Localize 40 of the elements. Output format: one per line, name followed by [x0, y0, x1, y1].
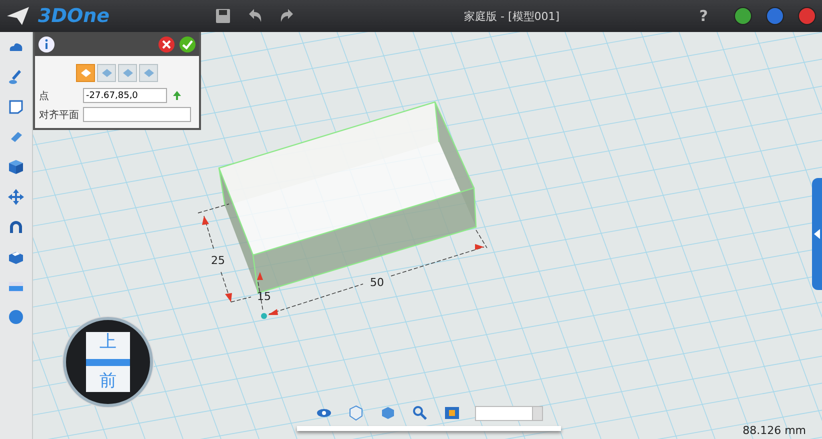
- zoom-icon[interactable]: [411, 404, 429, 422]
- info-icon[interactable]: [38, 36, 55, 52]
- cube-face-label[interactable]: 前: [100, 373, 116, 390]
- cancel-icon[interactable]: [158, 36, 175, 52]
- sphere-icon[interactable]: [7, 308, 25, 326]
- help-button[interactable]: ?: [699, 7, 708, 25]
- minimize-button[interactable]: [734, 7, 752, 25]
- cube-outline-icon[interactable]: [347, 404, 365, 422]
- confirm-icon[interactable]: [179, 36, 196, 52]
- app-logo: 3DOne: [38, 5, 111, 27]
- diamond-icon: [122, 68, 134, 78]
- dimension-label: 50: [370, 276, 384, 289]
- maximize-button[interactable]: [766, 7, 784, 25]
- point-marker: [261, 313, 267, 319]
- dimension-label: 15: [257, 290, 271, 303]
- view-cube[interactable]: 上 前: [63, 317, 153, 407]
- magnet-icon[interactable]: [7, 218, 25, 236]
- dimension-label: 25: [211, 254, 225, 267]
- cube-icon[interactable]: [7, 158, 25, 176]
- field-label: 对齐平面: [39, 108, 79, 122]
- cube-face-label[interactable]: 上: [100, 334, 116, 351]
- close-button[interactable]: [798, 7, 816, 25]
- diamond-icon: [80, 68, 92, 78]
- mode-button[interactable]: [76, 64, 95, 82]
- diamond-icon: [142, 68, 154, 78]
- plane-input[interactable]: [83, 107, 191, 122]
- render-icon[interactable]: [443, 404, 461, 422]
- side-panel-tab[interactable]: [812, 178, 822, 290]
- field-label: 点: [39, 90, 50, 102]
- note-icon[interactable]: [7, 98, 25, 116]
- diamond-icon: [100, 68, 112, 78]
- box-icon[interactable]: [379, 404, 397, 422]
- save-icon[interactable]: [214, 7, 232, 25]
- pick-point-icon[interactable]: [171, 90, 183, 102]
- move-arrows-icon[interactable]: [7, 188, 25, 206]
- window-title: 家庭版 - [模型001]: [464, 8, 561, 24]
- point-input[interactable]: -27.67,85,0: [83, 88, 167, 103]
- scale-readout: 88.126 mm: [742, 424, 806, 437]
- paper-plane-icon: [6, 6, 30, 26]
- caret-icon: [814, 229, 820, 239]
